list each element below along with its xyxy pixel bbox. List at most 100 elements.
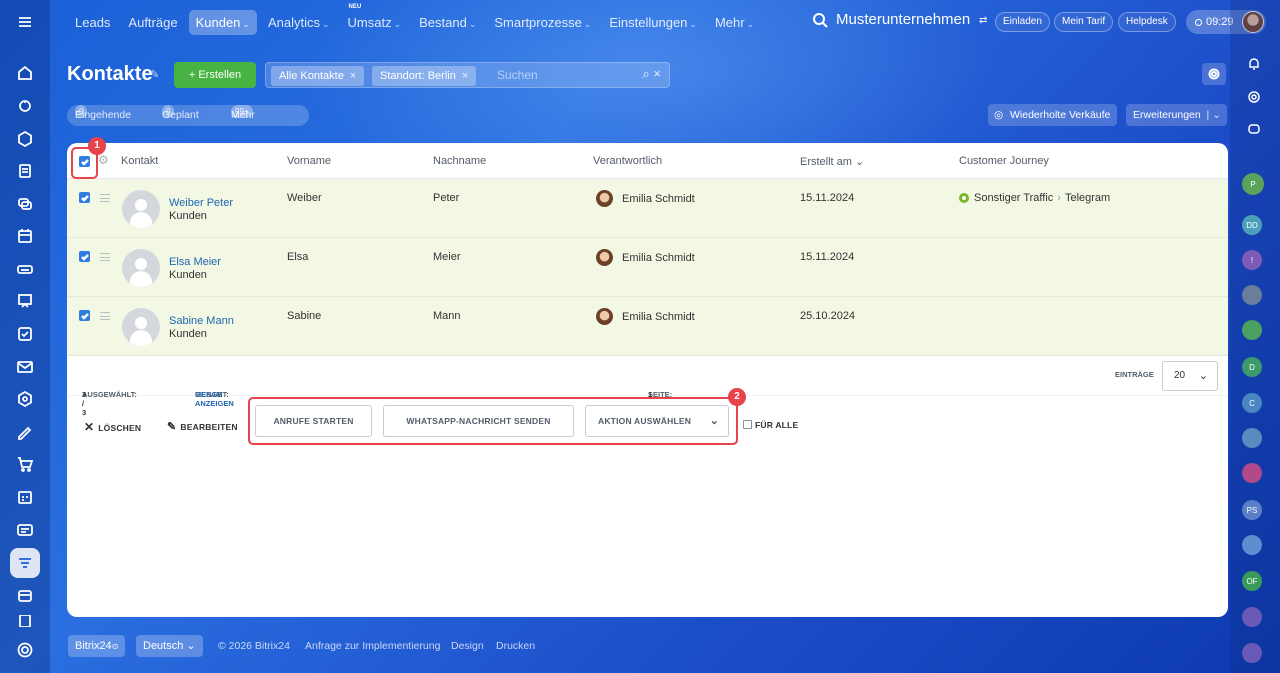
chat-avatar-calendar[interactable]: [1242, 463, 1262, 483]
nav-item-2[interactable]: Kunden ⌄: [188, 9, 257, 35]
table-row[interactable]: Weiber Peter Kunden Weiber Peter Emilia Schm…: [67, 179, 1228, 238]
contact-name-link[interactable]: Elsa Meier: [169, 256, 221, 268]
filter-search-bar[interactable]: Alle Kontakte × Standort: Berlin × Suchen …: [265, 62, 670, 88]
home-icon[interactable]: [14, 62, 36, 84]
nav-item-5[interactable]: Bestand ⌄: [412, 10, 483, 35]
table-row[interactable]: Elsa Meier Kunden Elsa Meier Emilia Schmidt 1…: [67, 238, 1228, 297]
copilot-icon[interactable]: [1242, 85, 1266, 109]
chat-avatar-info[interactable]: !: [1242, 250, 1262, 270]
column-created[interactable]: Erstellt am ⌄: [800, 155, 864, 168]
nav-item-1[interactable]: Aufträge: [121, 10, 184, 35]
chat-avatar-c[interactable]: C: [1242, 393, 1262, 413]
repeat-sales-button[interactable]: ◎ Wiederholte Verkäufe: [988, 104, 1117, 126]
row-checkbox[interactable]: [79, 251, 90, 262]
checklist-icon[interactable]: [14, 323, 36, 345]
responsible-cell[interactable]: Emilia Schmidt: [596, 308, 695, 325]
sign-icon[interactable]: [14, 421, 36, 443]
chat-avatar-bottom[interactable]: [1242, 643, 1262, 663]
row-checkbox[interactable]: [79, 192, 90, 203]
page-settings-button[interactable]: [1202, 63, 1226, 85]
chat-avatar-group[interactable]: [1242, 535, 1262, 555]
contact-type: Kunden: [169, 328, 207, 340]
column-journey[interactable]: Customer Journey: [959, 155, 1049, 167]
contact-name-link[interactable]: Sabine Mann: [169, 315, 234, 327]
column-contact[interactable]: Kontakt: [121, 155, 158, 167]
entries-per-page-select[interactable]: 20 ⌄: [1162, 361, 1218, 391]
settings-icon[interactable]: [14, 639, 36, 661]
design-link[interactable]: Design: [451, 635, 484, 657]
plan-button[interactable]: Mein Tarif: [1054, 12, 1114, 32]
filter-chip-location[interactable]: Standort: Berlin ×: [372, 66, 477, 86]
filter-chip-all-contacts[interactable]: Alle Kontakte ×: [271, 66, 365, 86]
drag-handle-icon[interactable]: [100, 312, 110, 320]
nav-item-4[interactable]: NEU Umsatz ⌄: [341, 4, 409, 35]
chat-avatar-ps[interactable]: PS: [1242, 500, 1262, 520]
close-icon[interactable]: ×: [462, 70, 468, 82]
menu-icon[interactable]: [14, 11, 36, 33]
invite-button[interactable]: Einladen: [995, 12, 1050, 32]
responsible-cell[interactable]: Emilia Schmidt: [596, 190, 695, 207]
search-input[interactable]: Suchen: [497, 68, 538, 82]
contact-name-link[interactable]: Weiber Peter: [169, 197, 233, 209]
responsible-cell[interactable]: Emilia Schmidt: [596, 249, 695, 266]
bell-icon[interactable]: [1242, 52, 1266, 76]
sliders-icon[interactable]: ⇄: [979, 15, 987, 26]
chat-avatar-copilot[interactable]: [1242, 607, 1262, 627]
chat-avatar-bus[interactable]: [1242, 428, 1262, 448]
chat-avatar-card[interactable]: [1242, 320, 1262, 340]
row-checkbox[interactable]: [79, 310, 90, 321]
gear-icon[interactable]: ⚙: [98, 153, 109, 167]
for-all-checkbox[interactable]: [743, 420, 752, 429]
search-icon[interactable]: [812, 12, 828, 28]
feed-icon[interactable]: [14, 95, 36, 117]
chat-avatar-p[interactable]: P: [1242, 173, 1264, 195]
document-icon[interactable]: [14, 615, 36, 627]
table-row[interactable]: Sabine Mann Kunden Sabine Mann Emilia Schmid…: [67, 297, 1228, 356]
nav-item-3[interactable]: Analytics ⌄: [261, 10, 337, 35]
helpdesk-button[interactable]: Helpdesk: [1118, 12, 1176, 32]
calendar-icon[interactable]: [14, 225, 36, 247]
board-icon[interactable]: [14, 290, 36, 312]
nav-item-0[interactable]: Leads: [68, 10, 117, 35]
language-select[interactable]: Deutsch ⌄: [136, 635, 203, 657]
crm-filter-icon[interactable]: [10, 548, 40, 578]
column-lastname[interactable]: Nachname: [433, 155, 486, 167]
tasks-icon[interactable]: [14, 160, 36, 182]
chat-avatar-d[interactable]: D: [1242, 357, 1262, 377]
disk-icon[interactable]: [14, 258, 36, 280]
close-icon[interactable]: ×: [350, 70, 356, 82]
activity-counters[interactable]: 0 Eingehende 0 Geplant 99+ Mehr ⌄: [67, 105, 309, 126]
chat-avatar-dd[interactable]: DD: [1242, 215, 1262, 235]
chat-avatar-of[interactable]: OF: [1242, 571, 1262, 591]
drag-handle-icon[interactable]: [100, 194, 110, 202]
company-name[interactable]: Musterunternehmen: [812, 11, 970, 28]
mail-icon[interactable]: [14, 356, 36, 378]
edit-button[interactable]: ✎ BEARBEITEN: [167, 420, 238, 433]
messenger-icon[interactable]: [1242, 117, 1266, 141]
booking-icon[interactable]: [14, 486, 36, 508]
drag-handle-icon[interactable]: [100, 253, 110, 261]
workgroups-icon[interactable]: [14, 388, 36, 410]
hexagon-icon[interactable]: [14, 128, 36, 150]
search-icon[interactable]: ⌕ ×: [643, 66, 661, 82]
extensions-button[interactable]: Erweiterungen | ⌄: [1126, 104, 1227, 126]
brand-button[interactable]: Bitrix24⊙: [68, 635, 126, 657]
delete-button[interactable]: ✕ LÖSCHEN: [84, 420, 141, 434]
store-icon[interactable]: [14, 584, 36, 606]
print-link[interactable]: Drucken: [496, 635, 535, 657]
for-all-toggle[interactable]: FÜR ALLE: [743, 420, 798, 430]
nav-item-6[interactable]: Smartprozesse ⌄: [487, 10, 598, 35]
column-firstname[interactable]: Vorname: [287, 155, 331, 167]
chat-icon[interactable]: [14, 193, 36, 215]
filter-chip-label: Alle Kontakte: [279, 70, 344, 82]
chat-avatar-man[interactable]: [1242, 285, 1262, 305]
column-responsible[interactable]: Verantwortlich: [593, 155, 662, 167]
journey-status-icon: [959, 193, 969, 203]
nav-item-7[interactable]: Einstellungen ⌄: [602, 10, 704, 35]
nav-item-8[interactable]: Mehr ⌄: [708, 10, 761, 35]
create-button[interactable]: + Erstellen: [174, 62, 256, 88]
implementation-request-link[interactable]: Anfrage zur Implementierung: [305, 635, 440, 657]
cart-icon[interactable]: [14, 453, 36, 475]
contact-center-icon[interactable]: [14, 519, 36, 541]
pin-icon[interactable]: ✎: [150, 68, 159, 81]
